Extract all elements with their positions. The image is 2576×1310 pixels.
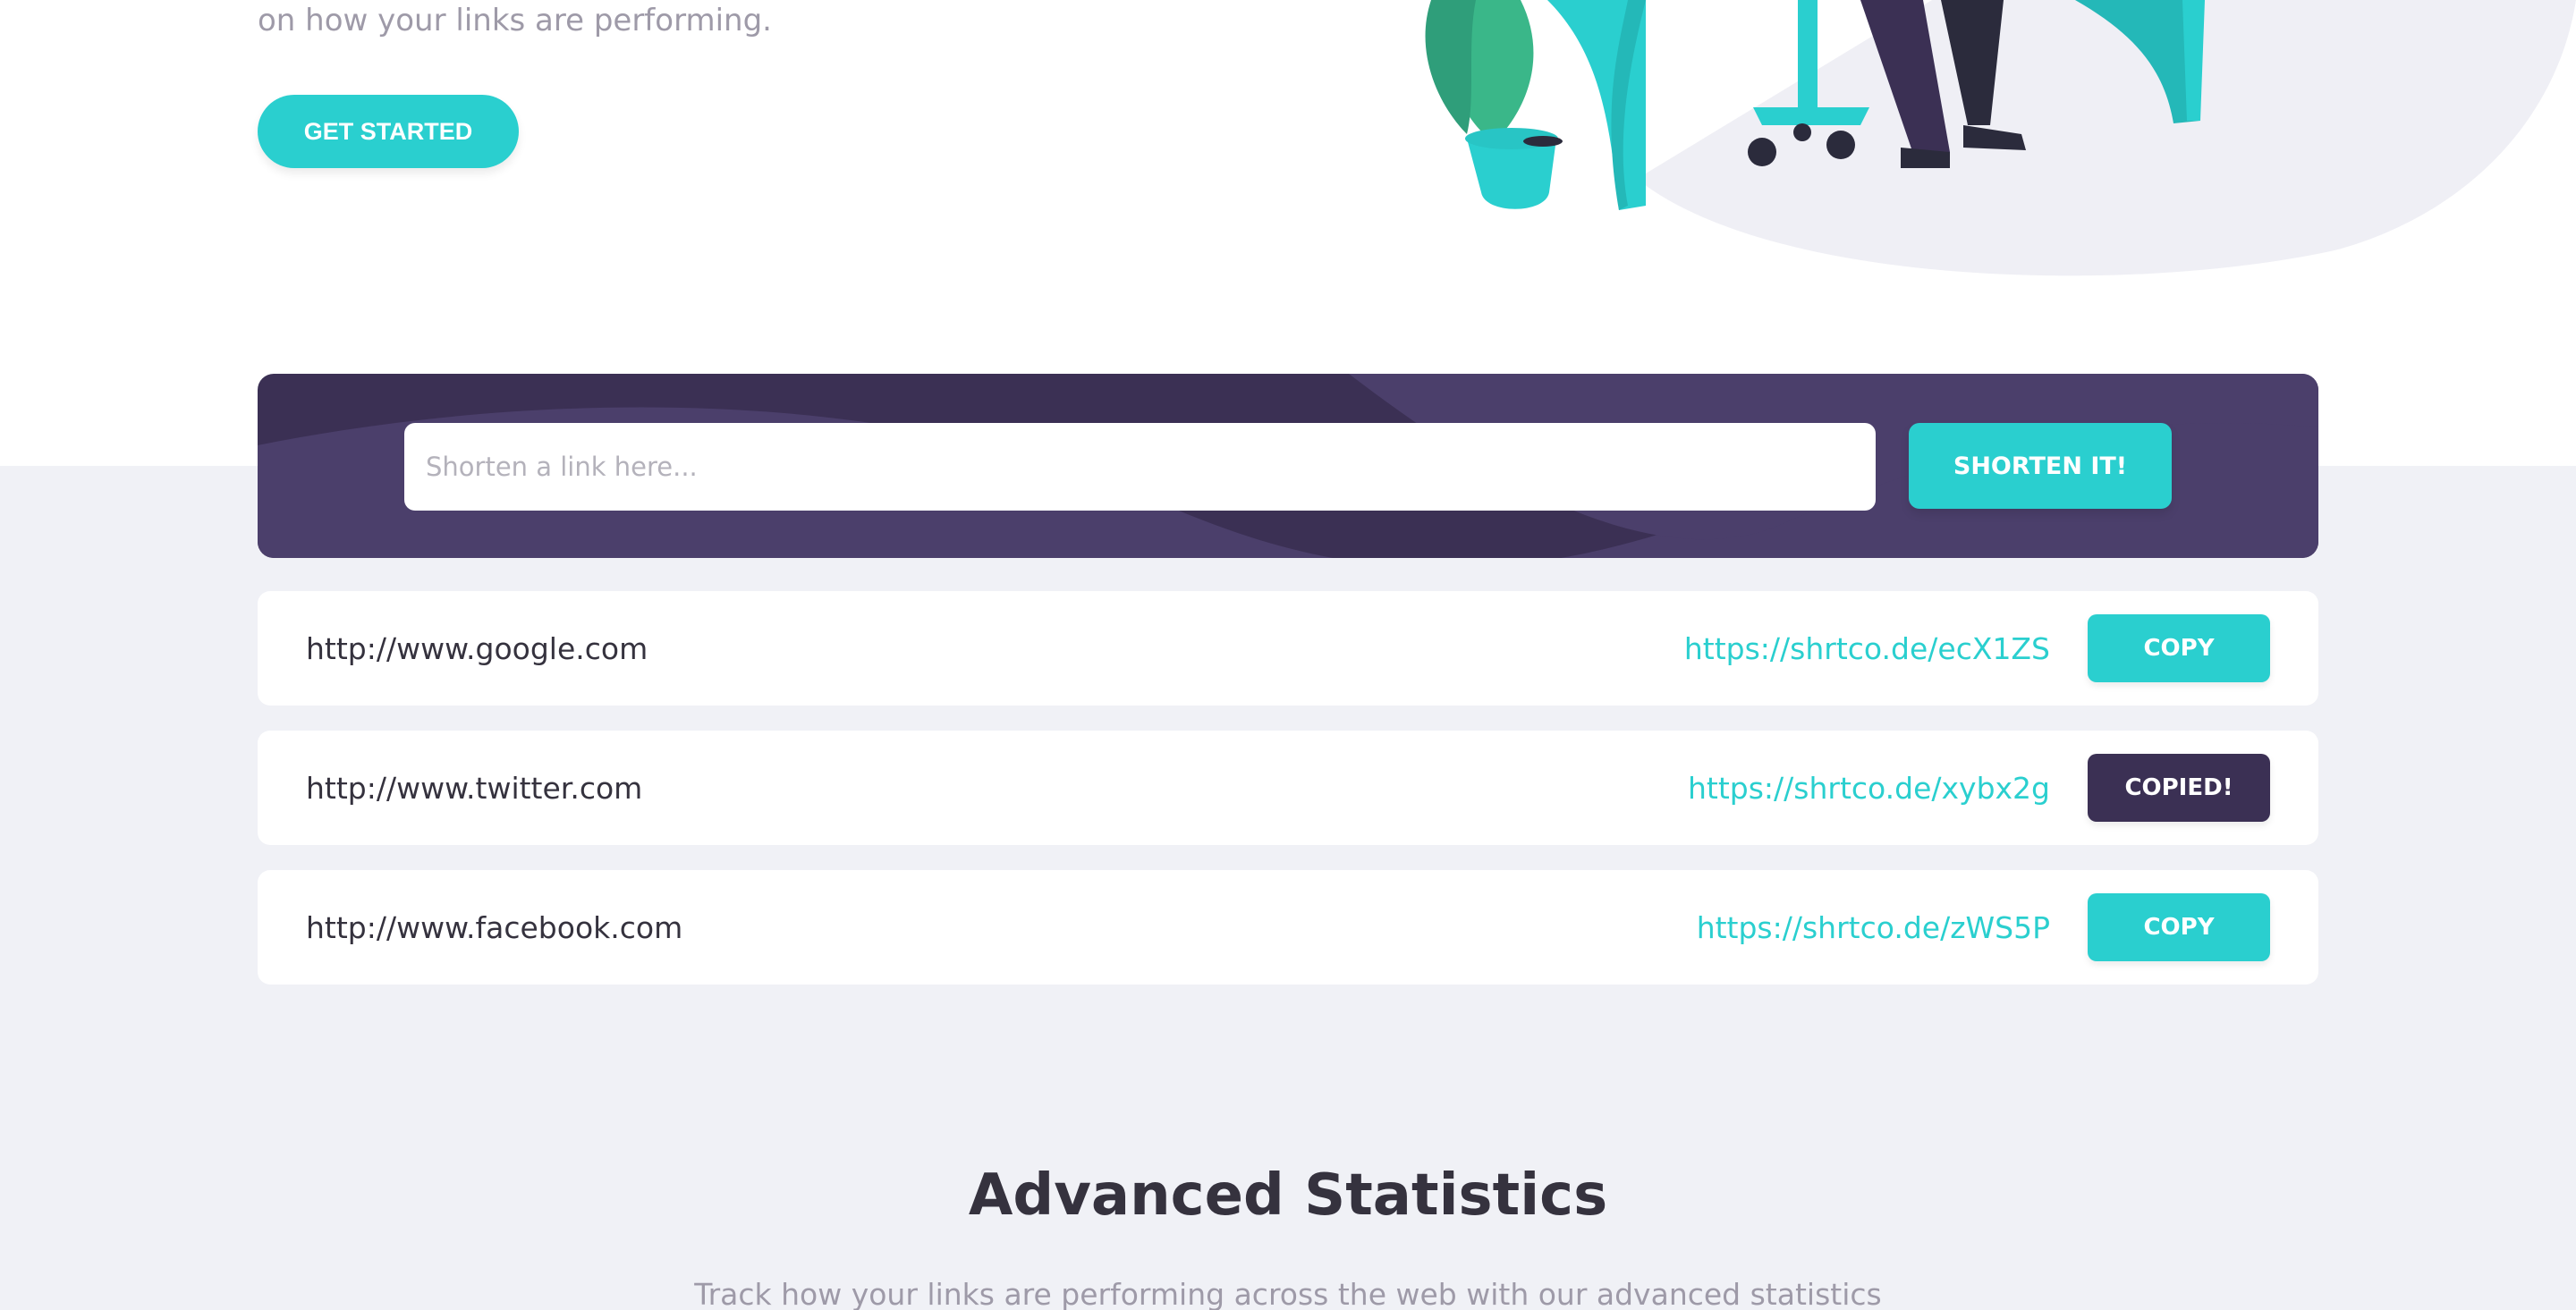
shortened-link-row: http://www.twitter.com https://shrtco.de… [258, 731, 2318, 845]
hero-illustration [1425, 0, 2576, 276]
copied-button[interactable]: COPIED! [2088, 754, 2270, 822]
shorten-link-input[interactable] [404, 423, 1876, 511]
shortened-link-row: http://www.facebook.com https://shrtco.d… [258, 870, 2318, 985]
copy-button[interactable]: COPY [2088, 614, 2270, 682]
shorten-it-button[interactable]: SHORTEN IT! [1909, 423, 2172, 509]
get-started-button[interactable]: GET STARTED [258, 95, 519, 168]
statistics-subtitle: Track how your links are performing acro… [694, 1277, 1882, 1310]
short-url-link[interactable]: https://shrtco.de/ecX1ZS [1684, 591, 2050, 706]
short-url-link[interactable]: https://shrtco.de/xybx2g [1688, 731, 2050, 845]
original-url: http://www.twitter.com [306, 770, 643, 806]
original-url: http://www.facebook.com [306, 909, 683, 945]
hero-description: on how your links are performing. [258, 3, 772, 38]
shortened-link-row: http://www.google.com https://shrtco.de/… [258, 591, 2318, 706]
short-url-link[interactable]: https://shrtco.de/zWS5P [1697, 870, 2050, 985]
statistics-heading: Advanced Statistics [968, 1162, 1608, 1229]
original-url: http://www.google.com [306, 630, 648, 666]
copy-button[interactable]: COPY [2088, 893, 2270, 961]
